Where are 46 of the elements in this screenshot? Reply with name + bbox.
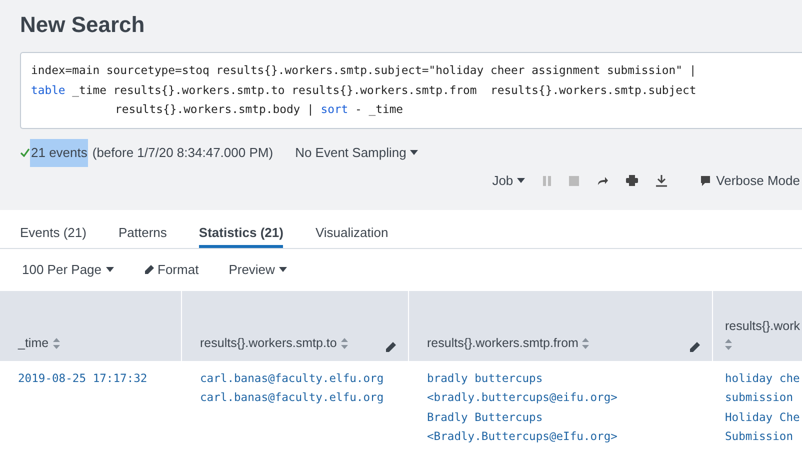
tab[interactable]: Visualization: [315, 210, 388, 248]
table-cell-text: <Bradly.Buttercups@eIfu.org>: [427, 429, 618, 445]
page-title: New Search: [20, 12, 146, 38]
mode-dropdown[interactable]: Verbose Mode: [701, 170, 800, 190]
format-button[interactable]: Format: [144, 260, 199, 280]
check-icon: [20, 148, 30, 158]
sort-icon[interactable]: [725, 339, 732, 350]
stop-icon[interactable]: [569, 176, 580, 186]
column-title[interactable]: results{}.workers.smtp.to: [200, 334, 337, 352]
sort-icon[interactable]: [582, 338, 590, 349]
table-cell-text: 2019-08-25 17:17:32: [18, 370, 148, 386]
table-cell-text: holiday che: [725, 370, 801, 386]
column-title[interactable]: _time: [18, 334, 49, 352]
table-cell-text: Bradly Buttercups: [427, 410, 544, 426]
table-cell-text: carl.banas@faculty.elfu.org: [200, 390, 385, 406]
caret-icon: [410, 150, 418, 156]
tab[interactable]: Statistics (21): [198, 210, 284, 248]
table-cell-text: bradly buttercups: [427, 370, 544, 386]
dropdown-button[interactable]: Preview: [228, 260, 287, 280]
caret-icon: [106, 267, 114, 272]
table-cell-text: carl.banas@faculty.elfu.org: [200, 370, 385, 386]
tab[interactable]: Patterns: [118, 210, 167, 248]
table-cell-text: <bradly.buttercups@eifu.org>: [427, 390, 618, 406]
column-title[interactable]: results{}.workers.smtp.from: [427, 334, 578, 352]
pencil-icon: [144, 264, 154, 275]
table-cell-text: Submission: [725, 429, 794, 445]
job-dropdown[interactable]: Job: [492, 170, 526, 190]
search-query-field[interactable]: index=main sourcetype=stoq results{}.workers.smtp.subject="holiday cheer assignment submission" | table _time results{}.workers.smtp.to results{}.workers.smtp.from results{}.workers.smtp.subject results{}.workers.smtp.body | sort - _time: [20, 52, 802, 129]
share-arrow-icon[interactable]: [597, 176, 608, 186]
pause-icon[interactable]: [543, 176, 552, 186]
table-cell-text: Holiday Che: [725, 410, 801, 426]
column-title[interactable]: results{}.work: [725, 318, 800, 332]
sort-icon[interactable]: [340, 338, 348, 349]
time-range-text: (before 1/7/20 8:34:47.000 PM): [92, 144, 274, 162]
dropdown-button[interactable]: 100 Per Page: [22, 260, 114, 280]
caret-icon: [278, 267, 287, 272]
pencil-icon[interactable]: [385, 342, 396, 352]
table-cell-text: submission: [725, 390, 794, 406]
caret-icon: [517, 178, 526, 184]
tab[interactable]: Events (21): [20, 210, 86, 248]
sampling-dropdown[interactable]: No Event Sampling: [295, 143, 418, 163]
pencil-icon[interactable]: [689, 342, 700, 352]
event-count: 21 events: [30, 139, 88, 167]
sort-icon[interactable]: [52, 338, 60, 349]
download-icon[interactable]: [656, 174, 668, 187]
comment-icon: [701, 176, 710, 186]
